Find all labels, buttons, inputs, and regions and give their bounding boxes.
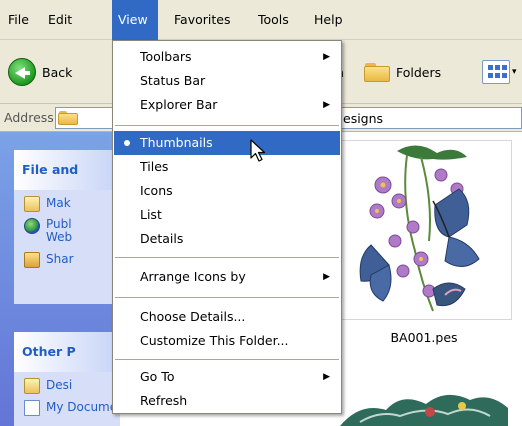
task-pane: File and Mak Publ Web Shar Other P Desi …: [0, 132, 120, 426]
menu-item-label: Icons: [140, 183, 173, 198]
back-button[interactable]: Back: [2, 56, 78, 88]
menu-item-customize-folder[interactable]: Customize This Folder...: [114, 329, 340, 353]
file-folder-tasks-panel: File and Mak Publ Web Shar: [14, 150, 120, 304]
selected-radio-icon: [124, 140, 130, 146]
place-my-documents[interactable]: My Documents: [24, 400, 120, 422]
submenu-arrow-icon: ▶: [323, 52, 330, 62]
submenu-arrow-icon: ▶: [323, 100, 330, 110]
folder-icon: [24, 378, 40, 394]
folders-label: Folders: [396, 64, 442, 80]
submenu-arrow-icon: ▶: [323, 272, 330, 282]
place-label: Desi: [46, 378, 73, 392]
address-label: Address: [4, 110, 54, 125]
menu-edit[interactable]: Edit: [42, 0, 78, 40]
task-share-folder[interactable]: Shar: [24, 252, 120, 274]
mouse-pointer-icon: [250, 139, 266, 162]
menu-item-icons[interactable]: Icons: [114, 179, 340, 203]
menu-separator: [115, 297, 339, 298]
folder-icon: [58, 110, 78, 126]
folders-icon: [364, 62, 390, 82]
place-label: My Documents: [46, 400, 120, 414]
menu-item-list[interactable]: List: [114, 203, 340, 227]
back-label: Back: [42, 64, 73, 80]
menu-item-explorer-bar[interactable]: Explorer Bar ▶: [114, 93, 340, 117]
share-folder-icon: [24, 252, 40, 268]
folders-button[interactable]: Folders: [358, 56, 447, 88]
menu-item-label: Thumbnails: [140, 135, 213, 150]
panel-title[interactable]: Other P: [14, 332, 120, 372]
menu-item-label: Status Bar: [140, 73, 206, 88]
address-value: esigns: [343, 111, 384, 126]
view-menu: Toolbars ▶ Status Bar Explorer Bar ▶ Thu…: [112, 40, 342, 414]
menu-item-details[interactable]: Details: [114, 227, 340, 251]
task-label-line2: Web: [46, 230, 73, 244]
menu-bar: File Edit View Favorites Tools Help: [0, 0, 522, 40]
menu-item-label: Go To: [140, 369, 175, 384]
menu-separator: [115, 257, 339, 258]
views-icon: [482, 60, 510, 84]
menu-item-arrange-icons[interactable]: Arrange Icons by ▶: [114, 265, 340, 289]
task-label: Shar: [46, 252, 74, 266]
submenu-arrow-icon: ▶: [323, 372, 330, 382]
embroidery-thumbnail-partial: [340, 394, 508, 426]
embroidery-butterfly-image: [359, 145, 480, 312]
menu-separator: [115, 125, 339, 126]
publish-globe-icon: [24, 218, 40, 234]
menu-item-refresh[interactable]: Refresh: [114, 389, 340, 413]
other-places-panel: Other P Desi My Documents: [14, 332, 120, 426]
thumbnail-ba001[interactable]: [336, 140, 512, 320]
folder-new-icon: [24, 196, 40, 212]
menu-item-label: Toolbars: [140, 49, 192, 64]
menu-file[interactable]: File: [2, 0, 35, 40]
menu-tools[interactable]: Tools: [252, 0, 295, 40]
menu-help[interactable]: Help: [308, 0, 349, 40]
place-designs[interactable]: Desi: [24, 378, 120, 400]
menu-item-label: Tiles: [140, 159, 169, 174]
menu-item-toolbars[interactable]: Toolbars ▶: [114, 45, 340, 69]
task-publish-web[interactable]: Publ Web: [24, 218, 120, 252]
menu-item-status-bar[interactable]: Status Bar: [114, 69, 340, 93]
views-button[interactable]: ▾: [476, 56, 522, 88]
menu-item-label: Choose Details...: [140, 309, 246, 324]
chevron-down-icon: ▾: [512, 67, 517, 77]
menu-separator: [115, 359, 339, 360]
my-documents-icon: [24, 400, 40, 416]
menu-item-label: Explorer Bar: [140, 97, 218, 112]
back-arrow-icon: [8, 58, 36, 86]
menu-favorites[interactable]: Favorites: [168, 0, 236, 40]
menu-item-choose-details[interactable]: Choose Details...: [114, 305, 340, 329]
menu-item-thumbnails[interactable]: Thumbnails: [114, 131, 340, 155]
menu-view[interactable]: View: [112, 0, 158, 40]
menu-item-label: Details: [140, 231, 184, 246]
menu-item-label: Arrange Icons by: [140, 269, 246, 284]
menu-item-tiles[interactable]: Tiles: [114, 155, 340, 179]
menu-item-go-to[interactable]: Go To ▶: [114, 365, 340, 389]
panel-title[interactable]: File and: [14, 150, 120, 190]
menu-item-label: List: [140, 207, 162, 222]
task-label: Mak: [46, 196, 71, 210]
menu-item-label: Customize This Folder...: [140, 333, 289, 348]
task-make-folder[interactable]: Mak: [24, 196, 120, 218]
thumbnail-caption: BA001.pes: [390, 330, 458, 345]
menu-item-label: Refresh: [140, 393, 188, 408]
